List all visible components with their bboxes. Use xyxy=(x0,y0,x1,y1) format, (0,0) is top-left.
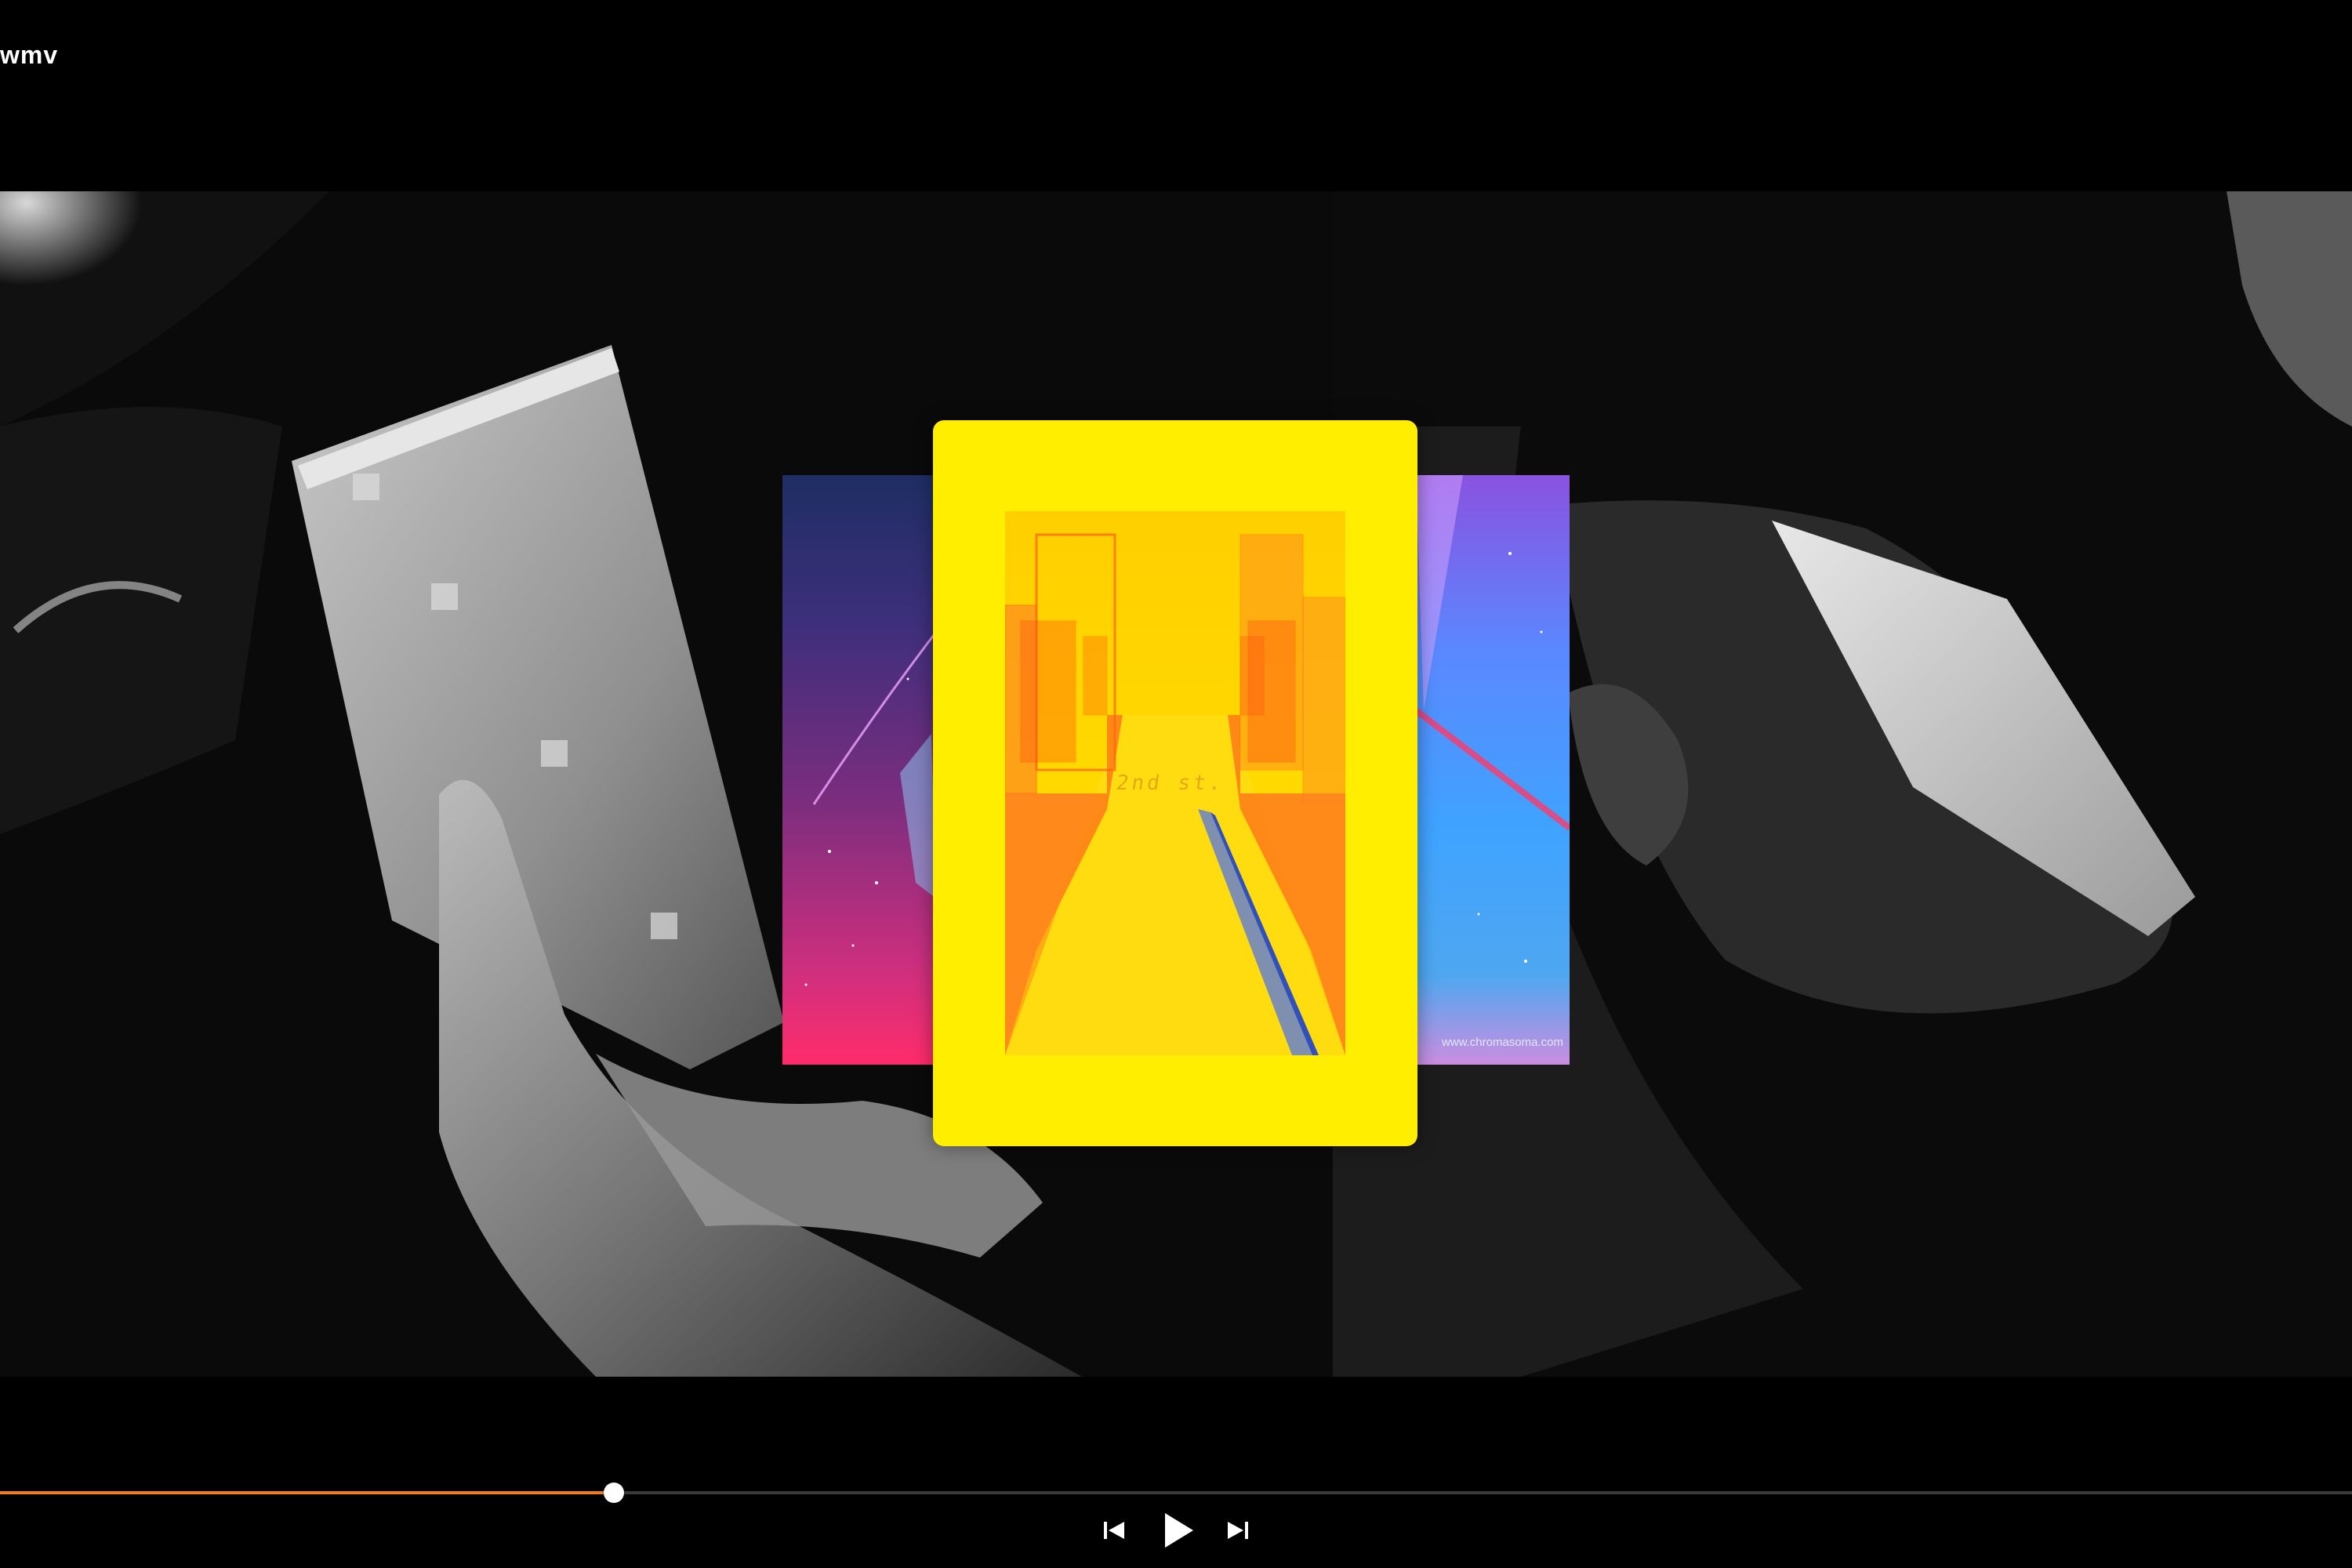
skip-previous-icon xyxy=(1104,1522,1124,1539)
seek-bar-progress xyxy=(0,1491,614,1494)
slide-card-right-image xyxy=(1416,475,1570,963)
play-button[interactable] xyxy=(1160,1510,1196,1555)
seek-bar[interactable] xyxy=(0,1483,2352,1503)
street-label: 2nd st. xyxy=(1114,771,1226,795)
slide-card-left[interactable] xyxy=(782,475,936,1065)
skip-next-button[interactable] xyxy=(1221,1518,1253,1547)
slide-card-right[interactable]: www.chromasoma.com xyxy=(1416,475,1570,1065)
playback-controls xyxy=(0,1507,2352,1554)
slide-card-main[interactable]: 2nd st. xyxy=(933,420,1417,1146)
skip-previous-button[interactable] xyxy=(1099,1518,1131,1547)
slide-card-left-image xyxy=(804,631,936,986)
skip-next-icon xyxy=(1228,1522,1248,1539)
window-title: wmv xyxy=(0,41,59,69)
seek-bar-handle[interactable] xyxy=(604,1483,624,1503)
play-icon xyxy=(1165,1513,1193,1548)
slide-card-main-image: 2nd st. xyxy=(1005,511,1345,1055)
video-player: wmv www.chromasoma.com 2nd st. xyxy=(0,0,2352,1568)
watermark-text: www.chromasoma.com xyxy=(1441,1036,1563,1049)
